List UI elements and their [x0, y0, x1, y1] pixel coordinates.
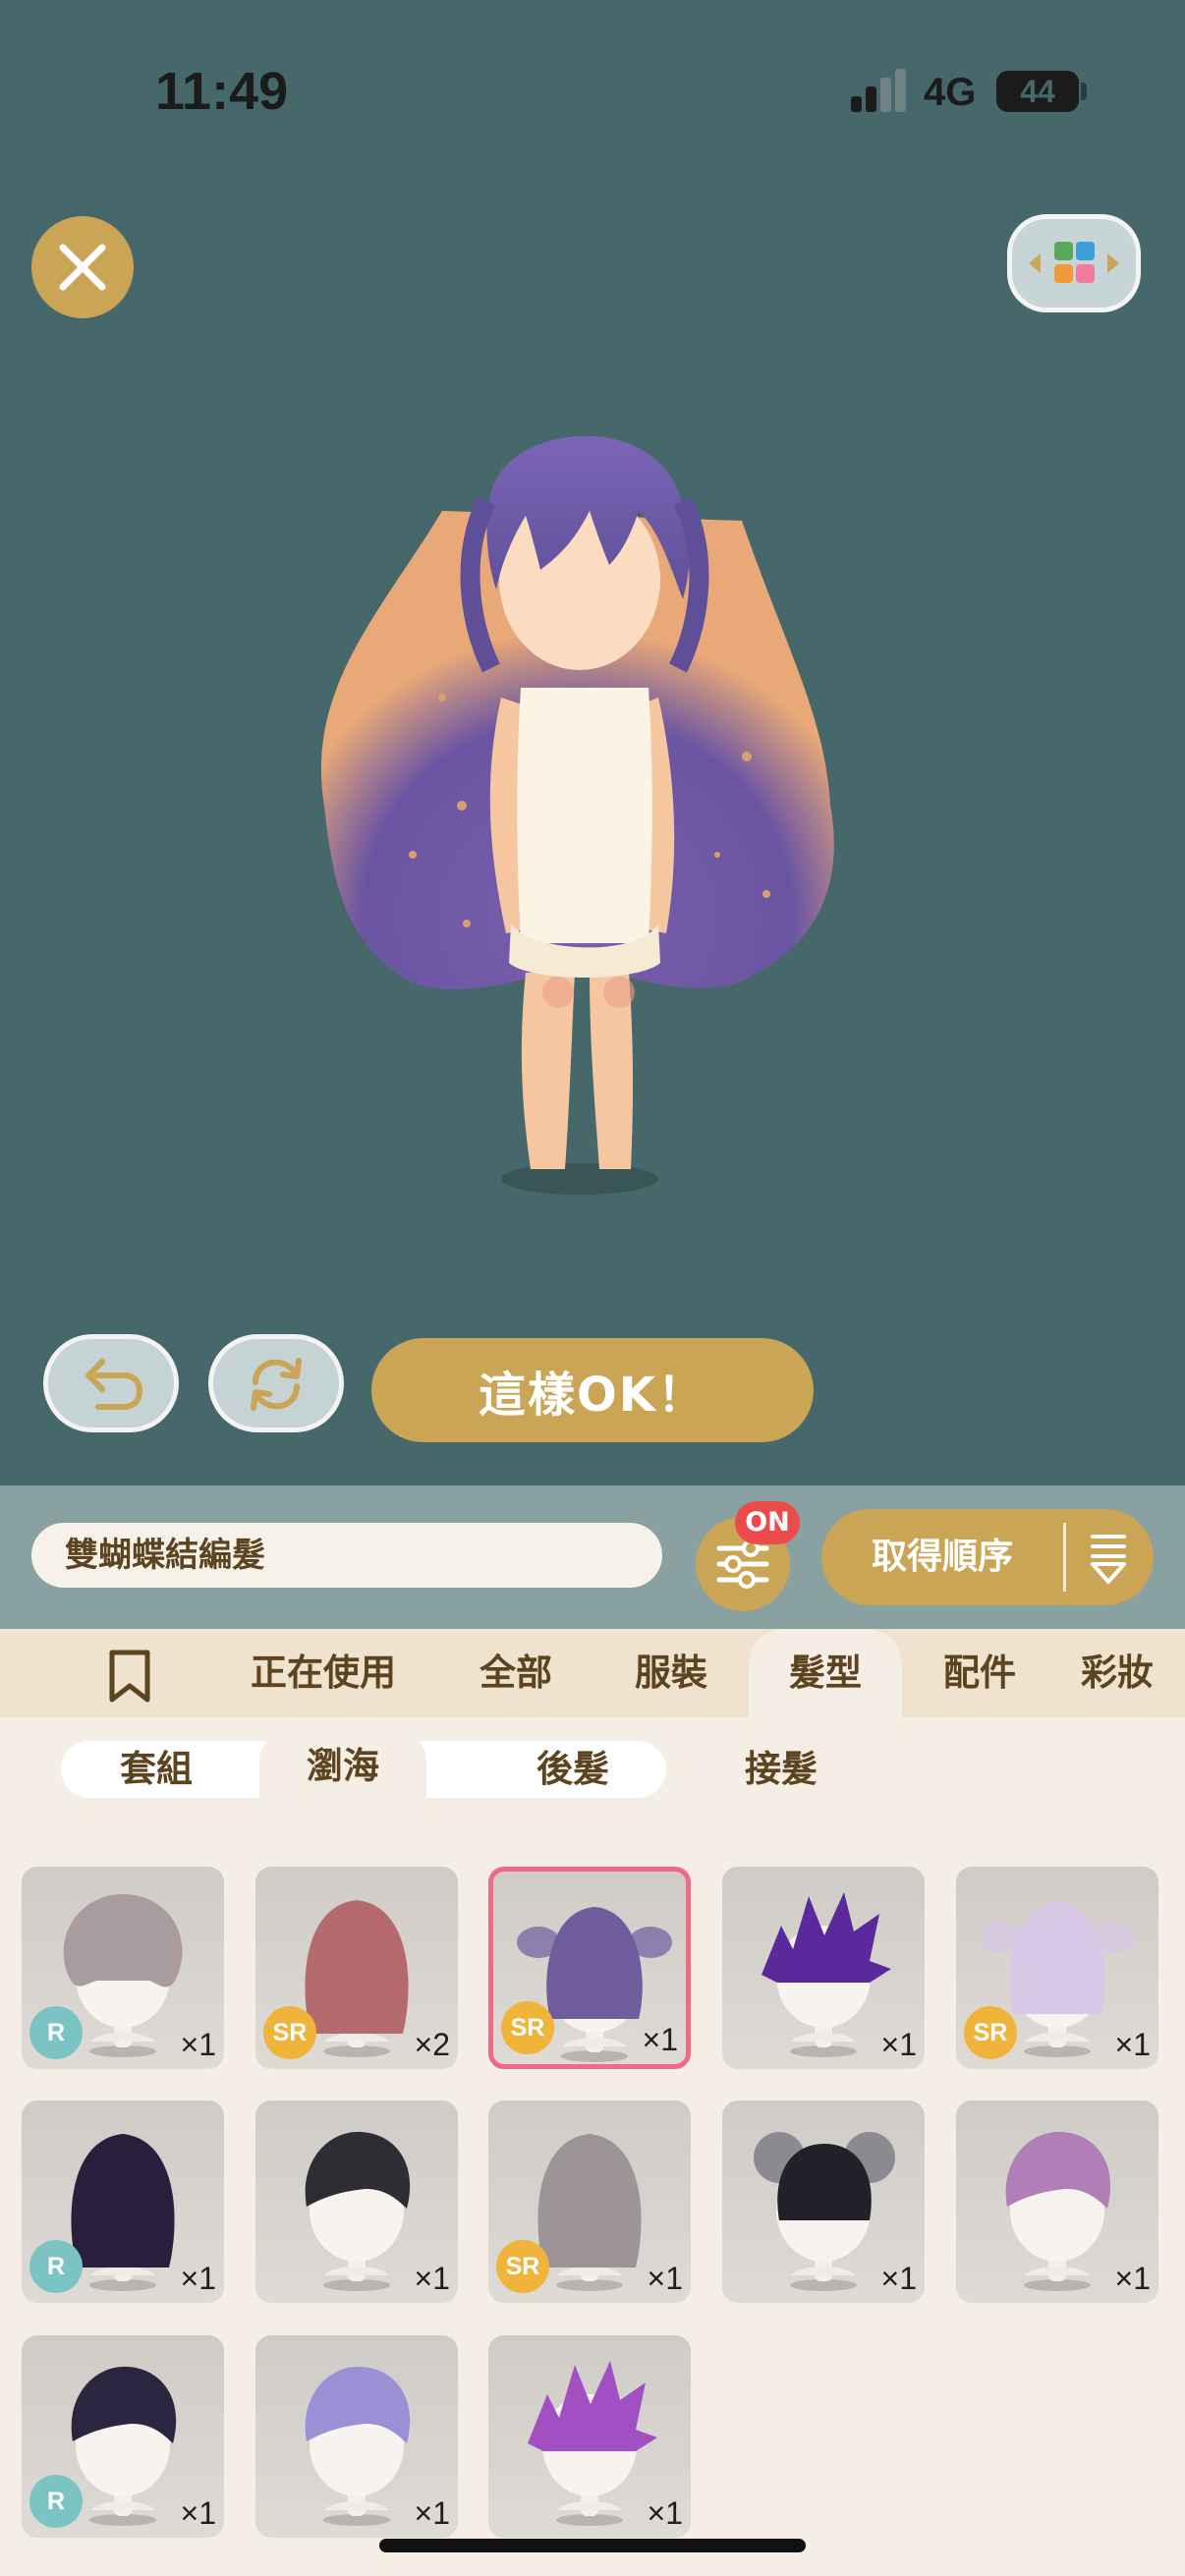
sliders-icon — [716, 1540, 769, 1589]
hair-item-card[interactable]: SR ×1 — [488, 2100, 691, 2303]
battery-icon: 44 — [996, 71, 1079, 112]
filter-on-badge: ON — [735, 1501, 800, 1544]
hair-item-card[interactable]: SR ×2 — [255, 1867, 458, 2069]
rarity-badge: SR — [263, 2006, 316, 2059]
item-quantity: ×1 — [642, 2022, 678, 2057]
battery-tip — [1081, 83, 1087, 100]
rarity-badge: R — [29, 2240, 83, 2293]
hair-subtabs: 套組 瀏海 後髮 接髮 — [0, 1717, 1185, 1818]
subtab-extensions[interactable]: 接髮 — [698, 1741, 865, 1798]
rarity-badge: R — [29, 2475, 83, 2528]
subtab-bangs[interactable]: 瀏海 — [259, 1731, 426, 1818]
item-quantity: ×1 — [414, 2261, 450, 2296]
battery-level: 44 — [1020, 74, 1055, 109]
hair-item-card[interactable]: R ×1 — [22, 1867, 224, 2069]
hair-item-card[interactable]: SR ×1 — [488, 1867, 691, 2069]
item-quantity: ×1 — [1114, 2261, 1151, 2296]
tab-makeup[interactable]: 彩妝 — [1081, 1629, 1185, 1717]
hair-item-card[interactable]: ×1 — [956, 2100, 1158, 2303]
sort-direction-icon — [1091, 1535, 1126, 1584]
close-icon — [59, 244, 106, 291]
hair-item-card[interactable]: ×1 — [722, 2100, 925, 2303]
color-swap-icon — [1029, 242, 1119, 283]
tab-clothing[interactable]: 服裝 — [617, 1629, 725, 1717]
item-quantity: ×1 — [414, 2495, 450, 2531]
tab-hairstyle[interactable]: 髮型 — [749, 1629, 902, 1717]
hair-item-grid: R ×1 SR ×2 SR ×1 ×1 SR ×1 R ×1 ×1 SR ×1 … — [0, 1818, 1185, 2576]
category-tabs: 正在使用 全部 服裝 髮型 配件 彩妝 — [0, 1629, 1185, 1717]
signal-strength-icon — [851, 69, 906, 112]
item-quantity: ×1 — [647, 2495, 683, 2531]
item-quantity: ×1 — [880, 2027, 917, 2062]
reset-button[interactable] — [208, 1334, 344, 1432]
hair-item-card[interactable]: R ×1 — [22, 2100, 224, 2303]
confirm-button[interactable]: 這樣OK！ — [371, 1338, 814, 1442]
search-input[interactable]: 雙蝴蝶結編髮 — [31, 1523, 662, 1588]
network-type: 4G — [924, 71, 977, 114]
bookmark-tab-icon[interactable] — [106, 1649, 153, 1704]
undo-button[interactable] — [43, 1334, 179, 1432]
close-button[interactable] — [31, 216, 134, 318]
avatar-character-illustration — [320, 435, 834, 1195]
avatar-preview-stage: 11:49 4G 44 這樣OK！ — [0, 0, 1185, 1485]
item-toolbar: 雙蝴蝶結編髮 ON 取得順序 — [0, 1485, 1185, 1629]
item-quantity: ×1 — [180, 2495, 216, 2531]
tab-accessories[interactable]: 配件 — [926, 1629, 1034, 1717]
subtab-back-hair[interactable]: 後髮 — [489, 1741, 656, 1798]
undo-icon — [85, 1359, 143, 1410]
item-quantity: ×1 — [180, 2027, 216, 2062]
rarity-badge: SR — [964, 2006, 1017, 2059]
hair-item-card[interactable]: ×1 — [255, 2335, 458, 2538]
sort-divider — [1063, 1523, 1066, 1592]
hair-item-card[interactable]: R ×1 — [22, 2335, 224, 2538]
sort-order-button[interactable]: 取得順序 — [821, 1509, 1154, 1605]
item-quantity: ×1 — [880, 2261, 917, 2296]
rarity-badge: SR — [501, 2001, 554, 2054]
home-indicator — [379, 2539, 806, 2552]
refresh-icon — [251, 1358, 302, 1411]
hair-item-card[interactable]: ×1 — [488, 2335, 691, 2538]
hair-item-card[interactable]: ×1 — [722, 1867, 925, 2069]
sort-order-label: 取得順序 — [871, 1537, 1013, 1577]
tab-all[interactable]: 全部 — [462, 1629, 570, 1717]
item-quantity: ×2 — [414, 2027, 450, 2062]
status-time: 11:49 — [155, 62, 289, 121]
item-quantity: ×1 — [647, 2261, 683, 2296]
item-quantity: ×1 — [180, 2261, 216, 2296]
rarity-badge: SR — [496, 2240, 549, 2293]
rarity-badge: R — [29, 2006, 83, 2059]
hair-item-card[interactable]: SR ×1 — [956, 1867, 1158, 2069]
tab-in-use[interactable]: 正在使用 — [232, 1629, 415, 1717]
hair-item-card[interactable]: ×1 — [255, 2100, 458, 2303]
item-quantity: ×1 — [1114, 2027, 1151, 2062]
subtab-set[interactable]: 套組 — [73, 1741, 240, 1798]
color-palette-button[interactable] — [1007, 214, 1141, 312]
